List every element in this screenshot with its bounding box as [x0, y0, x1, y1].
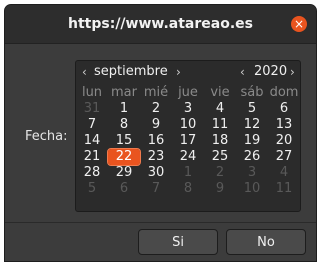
prev-month-icon[interactable]: ‹: [82, 64, 87, 80]
day-cell[interactable]: 17: [172, 133, 204, 149]
day-cell[interactable]: 16: [140, 133, 172, 149]
weekday-label: mié: [143, 85, 169, 100]
day-cell[interactable]: 6: [108, 181, 140, 197]
day-cell[interactable]: 29: [108, 165, 140, 181]
day-cell[interactable]: 14: [76, 133, 108, 149]
day-cell[interactable]: 4: [268, 165, 300, 181]
day-cell[interactable]: 1: [108, 101, 140, 117]
title-bar: https://www.atareao.es ×: [5, 5, 316, 44]
next-month-icon[interactable]: ›: [176, 64, 181, 80]
day-cell[interactable]: 11: [204, 117, 236, 133]
day-cell[interactable]: 10: [172, 117, 204, 133]
day-cell[interactable]: 25: [204, 149, 236, 165]
day-cell[interactable]: 31: [76, 101, 108, 117]
weekday-label: dom: [269, 85, 299, 100]
day-cell[interactable]: 1: [172, 165, 204, 181]
day-cell[interactable]: 5: [76, 181, 108, 197]
day-cell[interactable]: 10: [236, 181, 268, 197]
yes-button[interactable]: Si: [138, 229, 218, 255]
weekday-label: sáb: [240, 85, 264, 100]
day-cell[interactable]: 18: [204, 133, 236, 149]
day-cell[interactable]: 7: [140, 181, 172, 197]
day-cell[interactable]: 9: [204, 181, 236, 197]
day-cell[interactable]: 19: [236, 133, 268, 149]
day-cell[interactable]: 23: [140, 149, 172, 165]
prev-year-icon[interactable]: ‹: [240, 64, 245, 80]
week-row: 21 22 23 24 25 26 27: [76, 148, 300, 166]
week-row: 7 8 9 10 11 12 13: [76, 117, 300, 133]
day-cell[interactable]: 4: [204, 101, 236, 117]
day-cell[interactable]: 2: [140, 101, 172, 117]
calendar-header: ‹ septiembre › ‹ 2020 ›: [76, 61, 300, 85]
day-cell[interactable]: 3: [172, 101, 204, 117]
day-cell[interactable]: 24: [172, 149, 204, 165]
date-label: Fecha:: [25, 129, 68, 144]
close-icon[interactable]: ×: [291, 16, 307, 32]
calendar: ‹ septiembre › ‹ 2020 › lun mar mié jue vie s…: [75, 60, 301, 212]
calendar-grid: lun mar mié jue vie sáb dom 31 1 2 3 4 5 6 7 8 9 10 11 12 13…: [76, 85, 300, 197]
date-dialog: https://www.atareao.es × Fecha: ‹ septie…: [4, 4, 317, 262]
day-cell[interactable]: 13: [268, 117, 300, 133]
day-cell[interactable]: 2: [204, 165, 236, 181]
weekday-label: jue: [178, 85, 198, 100]
year-label: 2020: [254, 64, 288, 79]
day-cell[interactable]: 8: [108, 117, 140, 133]
day-cell[interactable]: 30: [140, 165, 172, 181]
weekday-label: mar: [111, 85, 137, 100]
day-cell[interactable]: 11: [268, 181, 300, 197]
selected-day-cell[interactable]: 22: [107, 148, 141, 166]
week-row: 5 6 7 8 9 10 11: [76, 181, 300, 197]
week-row: 28 29 30 1 2 3 4: [76, 165, 300, 181]
weekday-label: lun: [81, 85, 103, 100]
day-cell[interactable]: 8: [172, 181, 204, 197]
day-cell[interactable]: 26: [236, 149, 268, 165]
day-cell[interactable]: 28: [76, 165, 108, 181]
day-cell[interactable]: 27: [268, 149, 300, 165]
day-cell[interactable]: 3: [236, 165, 268, 181]
day-cell[interactable]: 12: [236, 117, 268, 133]
day-cell[interactable]: 6: [268, 101, 300, 117]
day-cell[interactable]: 5: [236, 101, 268, 117]
button-bar: Si No: [5, 222, 316, 261]
day-cell[interactable]: 9: [140, 117, 172, 133]
weekday-header-row: lun mar mié jue vie sáb dom: [76, 85, 300, 101]
day-cell[interactable]: 15: [108, 133, 140, 149]
window-title: https://www.atareao.es: [68, 16, 253, 32]
day-cell[interactable]: 21: [76, 149, 108, 165]
month-label: septiembre: [94, 64, 168, 79]
week-row: 31 1 2 3 4 5 6: [76, 101, 300, 117]
week-row: 14 15 16 17 18 19 20: [76, 133, 300, 149]
day-cell[interactable]: 7: [76, 117, 108, 133]
weekday-label: vie: [210, 85, 230, 100]
next-year-icon[interactable]: ›: [290, 64, 295, 80]
no-button[interactable]: No: [226, 229, 306, 255]
day-cell[interactable]: 20: [268, 133, 300, 149]
